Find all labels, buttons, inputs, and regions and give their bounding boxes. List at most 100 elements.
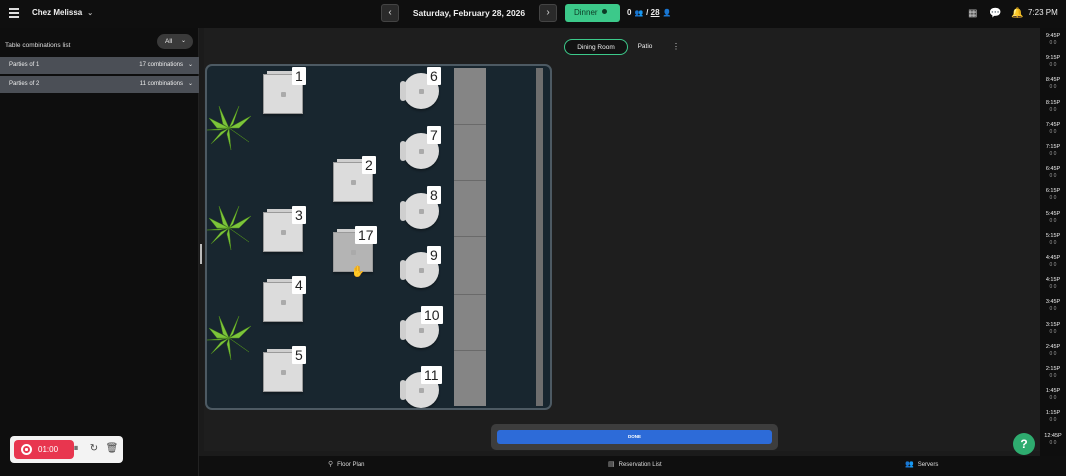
shift-selector[interactable]: Dinner (565, 4, 620, 22)
nav-reservation-list[interactable]: ▤ Reservation List (608, 460, 662, 470)
more-options-icon[interactable]: ⋮ (672, 42, 680, 51)
previous-day-button[interactable]: ‹ (381, 4, 399, 22)
timeline-count: 0 0 (1049, 173, 1057, 180)
timeline-slot[interactable]: 3:15P 0 0 (1040, 322, 1066, 335)
list-icon: ▤ (608, 461, 615, 468)
floor-plan-canvas[interactable]: 1 2 3 17 4 5 6 7 8 9 10 11 (205, 64, 552, 410)
filter-value: All (165, 38, 173, 45)
filter-dropdown[interactable]: All ⌄ (157, 34, 193, 49)
bar-divider (454, 236, 486, 237)
table-marker (419, 209, 424, 214)
timeline-slot[interactable]: 12:45P 0 0 (1040, 433, 1066, 446)
timeline-count: 0 0 (1049, 439, 1057, 446)
plant-icon (207, 315, 252, 361)
table-number: 3 (292, 206, 306, 224)
timeline-slot[interactable]: 8:15P 0 0 (1040, 100, 1066, 113)
timeline-time: 12:45P (1044, 432, 1062, 439)
done-bar: DONE (491, 424, 778, 450)
chair (400, 380, 406, 400)
top-bar: Chez Melissa ⌄ ‹ Saturday, February 28, 2… (0, 0, 1066, 28)
nav-floor-plan[interactable]: ⚲ Floor Plan (328, 460, 365, 470)
timeline-slot[interactable]: 6:45P 0 0 (1040, 166, 1066, 179)
timeline-slot[interactable]: 9:15P 0 0 (1040, 55, 1066, 68)
grid-view-icon[interactable]: ▦ (968, 8, 977, 19)
help-button[interactable]: ? (1013, 433, 1035, 455)
table-marker (419, 328, 424, 333)
table-number: 1 (292, 67, 306, 85)
stop-recording-button[interactable]: 01:00 (14, 440, 74, 459)
combination-count: 17 combinations (139, 62, 183, 68)
timeline-time: 8:15P (1045, 99, 1061, 106)
pause-icon[interactable]: ⏸ (69, 442, 83, 456)
timeline-slot[interactable]: 4:15P 0 0 (1040, 277, 1066, 290)
done-button[interactable]: DONE (497, 430, 772, 444)
bar-divider (454, 124, 486, 125)
timeline-slot[interactable]: 6:15P 0 0 (1040, 188, 1066, 201)
bell-icon[interactable]: 🔔 (1011, 8, 1023, 19)
chevron-down-icon: ⌄ (180, 38, 186, 44)
timeline-time: 7:45P (1045, 121, 1061, 128)
current-date[interactable]: Saturday, February 28, 2026 (400, 4, 538, 22)
timeline-count: 0 0 (1049, 373, 1057, 379)
next-day-button[interactable]: › (539, 4, 557, 22)
tab-dining-room[interactable]: Dining Room (564, 39, 628, 55)
venue-selector[interactable]: Chez Melissa ⌄ (32, 8, 93, 17)
shift-status-dot (601, 9, 607, 14)
sidebar-resize-handle[interactable] (200, 244, 202, 264)
trash-icon[interactable]: 🗑 (105, 442, 119, 456)
timeline-time: 9:45P (1045, 33, 1061, 39)
timeline-count: 0 0 (1049, 217, 1057, 224)
plant-icon (207, 105, 252, 151)
hamburger-menu-icon[interactable] (9, 8, 19, 18)
bar-counter (454, 68, 486, 406)
table-number: 7 (427, 126, 441, 144)
covers-separator: / (646, 8, 649, 17)
floor-plan-icon: ⚲ (328, 461, 334, 468)
timeline-slot[interactable]: 7:45P 0 0 (1040, 122, 1066, 135)
table-marker (351, 180, 356, 185)
tab-patio[interactable]: Patio (632, 39, 658, 55)
table-number: 8 (427, 186, 441, 204)
timeline-slot[interactable]: 3:45P 0 0 (1040, 299, 1066, 312)
timeline-slot[interactable]: 1:45P 0 0 (1040, 388, 1066, 401)
timeline-count: 0 0 (1049, 106, 1057, 113)
party-row-2[interactable]: Parties of 2 11 combinations ⌄ (0, 76, 199, 93)
table-marker (281, 370, 286, 375)
timeline-slot[interactable]: 1:15P 0 0 (1040, 410, 1066, 423)
timeline-slot[interactable]: 2:45P 0 0 (1040, 344, 1066, 357)
table-number: 10 (421, 306, 443, 324)
table-number: 17 (355, 226, 377, 244)
table-marker (351, 250, 356, 255)
timeline-count: 0 0 (1049, 151, 1057, 157)
timeline-count: 0 0 (1049, 239, 1057, 246)
combination-count: 11 combinations (139, 81, 183, 87)
timeline-slot[interactable]: 9:45P 0 0 (1040, 33, 1066, 46)
timeline-time: 8:45P (1045, 77, 1061, 84)
nav-label: Floor Plan (337, 462, 365, 468)
chat-icon[interactable]: 💬 (989, 8, 1001, 19)
timeline-slot[interactable]: 5:15P 0 0 (1040, 233, 1066, 246)
timeline-slot[interactable]: 7:15P 0 0 (1040, 144, 1066, 157)
chair (400, 320, 406, 340)
timeline-time: 5:15P (1045, 232, 1061, 239)
chevron-right-icon: › (546, 7, 550, 18)
timeline-time: 4:45P (1045, 255, 1061, 261)
servers-icon: 👥 (905, 461, 914, 468)
bar-divider (454, 350, 486, 351)
party-label: Parties of 1 (9, 62, 40, 68)
timeline-time: 1:15P (1045, 410, 1061, 417)
table-marker (419, 89, 424, 94)
plant-icon (207, 205, 252, 251)
timeline-slot[interactable]: 5:45P 0 0 (1040, 211, 1066, 224)
timeline-slot[interactable]: 8:45P 0 0 (1040, 77, 1066, 90)
party-row-1[interactable]: Parties of 1 17 combinations ⌄ (0, 57, 199, 74)
hand-cursor-icon: ✋ (351, 266, 365, 278)
person-icon: 👤 (662, 10, 672, 17)
timeline-slot[interactable]: 4:45P 0 0 (1040, 255, 1066, 268)
nav-servers[interactable]: 👥 Servers (905, 460, 938, 470)
timeline-time: 5:45P (1045, 210, 1061, 217)
table-marker (419, 149, 424, 154)
timeline-count: 0 0 (1049, 284, 1057, 291)
restart-icon[interactable]: ↻ (87, 442, 101, 456)
timeline-slot[interactable]: 2:15P 0 0 (1040, 366, 1066, 379)
